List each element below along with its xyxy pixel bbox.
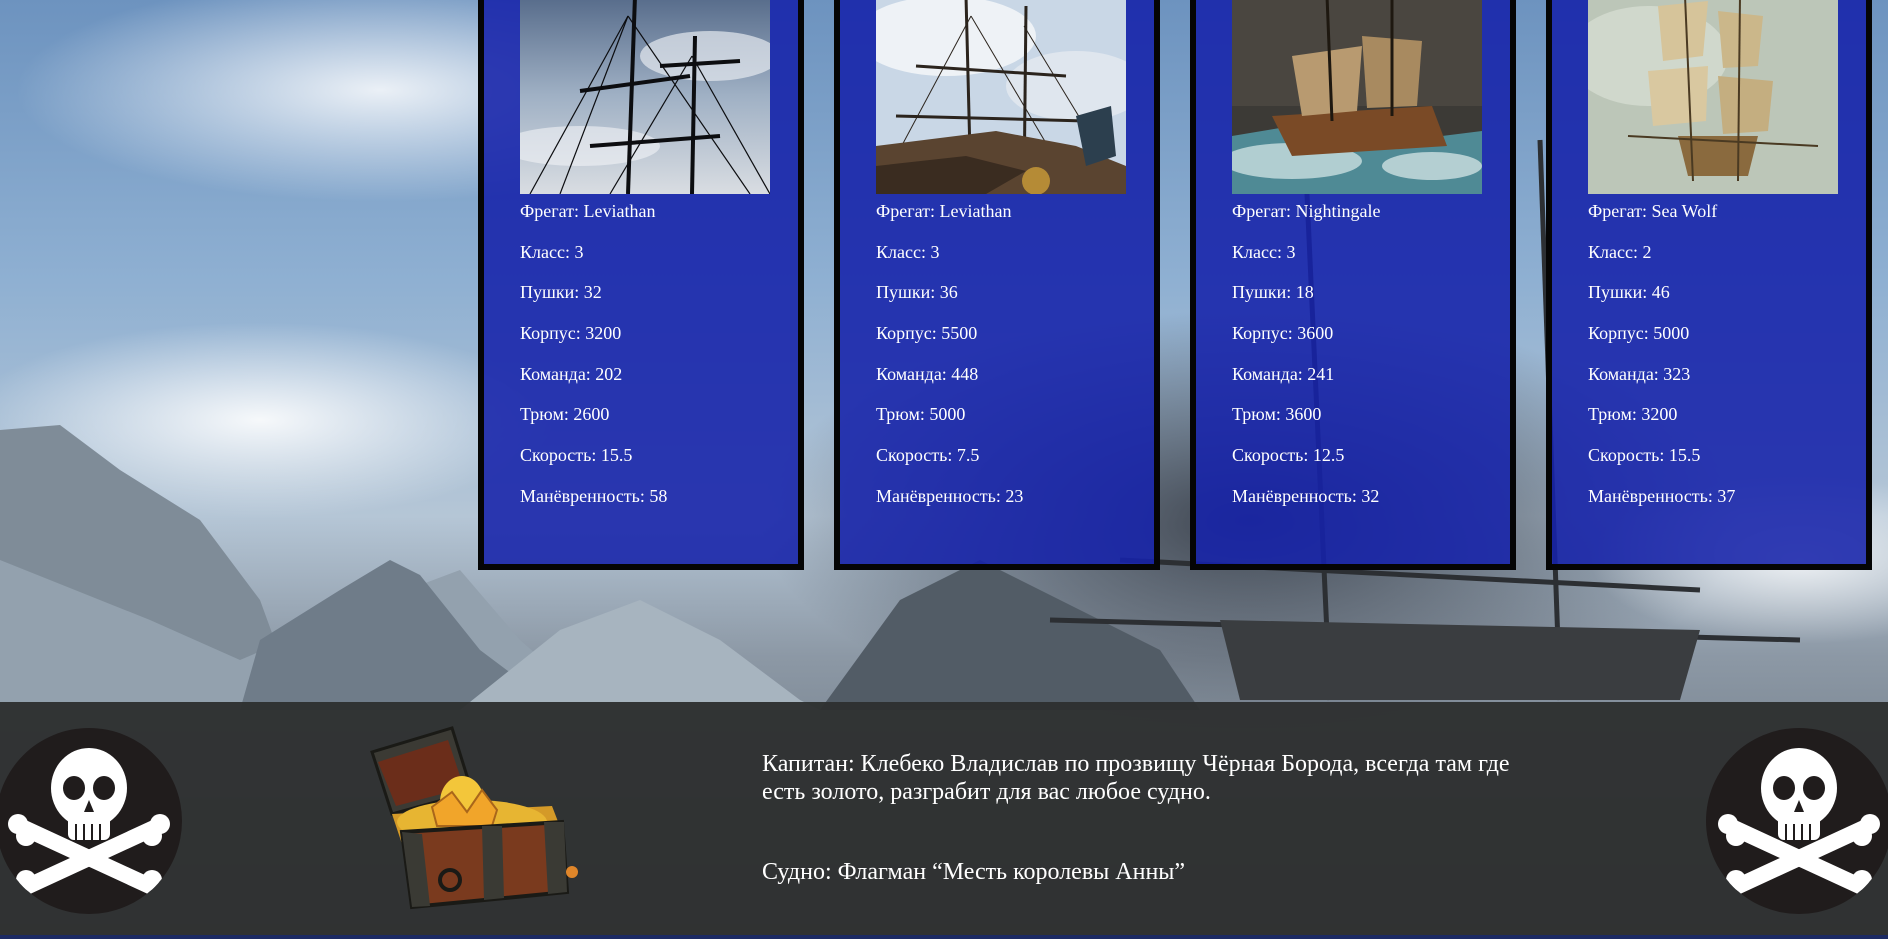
ship-hull: Корпус: 3600: [1232, 323, 1334, 344]
ship-maneuverability: Манёвренность: 37: [1588, 485, 1736, 506]
footer: Капитан: Клебеко Владислав по прозвищу Ч…: [0, 702, 1888, 939]
ship-guns: Пушки: 46: [1588, 282, 1670, 303]
ship-class: Класс: 2: [1588, 241, 1652, 262]
footer-bottom-border: [0, 935, 1888, 939]
ship-card: Фрегат: Leviathan Класс: 3 Пушки: 32 Кор…: [478, 0, 804, 570]
ship-stats: Фрегат: Sea Wolf Класс: 2 Пушки: 46 Корп…: [1588, 201, 1735, 527]
skull-crossbones-icon: [1706, 728, 1888, 914]
ship-card: Фрегат: Leviathan Класс: 3 Пушки: 36 Кор…: [834, 0, 1160, 570]
ship-maneuverability: Манёвренность: 23: [876, 485, 1024, 506]
ship-name: Фрегат: Nightingale: [1232, 201, 1381, 221]
ship-hull: Корпус: 3200: [520, 323, 622, 344]
ship-name: Фрегат: Leviathan: [876, 201, 1012, 221]
ship-mast-photo: [520, 0, 770, 194]
ship-hold: Трюм: 2600: [520, 404, 610, 425]
treasure-chest-icon: [362, 722, 582, 918]
skull-crossbones-icon: [0, 728, 182, 914]
ship-guns: Пушки: 32: [520, 282, 602, 303]
ship-crew: Команда: 448: [876, 363, 979, 384]
ship-stats: Фрегат: Nightingale Класс: 3 Пушки: 18 К…: [1232, 201, 1380, 527]
ship-speed: Скорость: 7.5: [876, 445, 980, 466]
page: Фрегат: Leviathan Класс: 3 Пушки: 32 Кор…: [0, 0, 1888, 939]
ship-hold: Трюм: 3600: [1232, 404, 1322, 425]
ship-crew: Команда: 323: [1588, 363, 1691, 384]
ship-guns: Пушки: 36: [876, 282, 958, 303]
ship-crew: Команда: 202: [520, 363, 623, 384]
ship-speed: Скорость: 15.5: [520, 445, 633, 466]
ship-speed: Скорость: 15.5: [1588, 445, 1701, 466]
ship-crew: Команда: 241: [1232, 363, 1335, 384]
ship-name: Фрегат: Sea Wolf: [1588, 201, 1718, 221]
captain-description: Капитан: Клебеко Владислав по прозвищу Ч…: [762, 751, 1510, 805]
ship-card: Фрегат: Sea Wolf Класс: 2 Пушки: 46 Корп…: [1546, 0, 1872, 570]
ship-cards: Фрегат: Leviathan Класс: 3 Пушки: 32 Кор…: [478, 0, 1888, 579]
ship-name: Фрегат: Leviathan: [520, 201, 656, 221]
ship-speed: Скорость: 12.5: [1232, 445, 1345, 466]
ship-stats: Фрегат: Leviathan Класс: 3 Пушки: 32 Кор…: [520, 201, 667, 527]
ship-card: Фрегат: Nightingale Класс: 3 Пушки: 18 К…: [1190, 0, 1516, 570]
ship-hold: Трюм: 5000: [876, 404, 966, 425]
ship-class: Класс: 3: [520, 241, 584, 262]
ship-class: Класс: 3: [1232, 241, 1296, 262]
ship-rigging-photo: [876, 0, 1126, 194]
ship-sails-photo: [1588, 0, 1838, 194]
ship-stats: Фрегат: Leviathan Класс: 3 Пушки: 36 Кор…: [876, 201, 1023, 527]
ship-hull: Корпус: 5000: [1588, 323, 1690, 344]
ship-guns: Пушки: 18: [1232, 282, 1314, 303]
ship-class: Класс: 3: [876, 241, 940, 262]
ship-hold: Трюм: 3200: [1588, 404, 1678, 425]
ship-maneuverability: Манёвренность: 32: [1232, 485, 1380, 506]
ship-storm-photo: [1232, 0, 1482, 194]
flagship-description: Судно: Флагман “Месть королевы Анны”: [762, 859, 1186, 885]
ship-maneuverability: Манёвренность: 58: [520, 485, 668, 506]
ship-hull: Корпус: 5500: [876, 323, 978, 344]
